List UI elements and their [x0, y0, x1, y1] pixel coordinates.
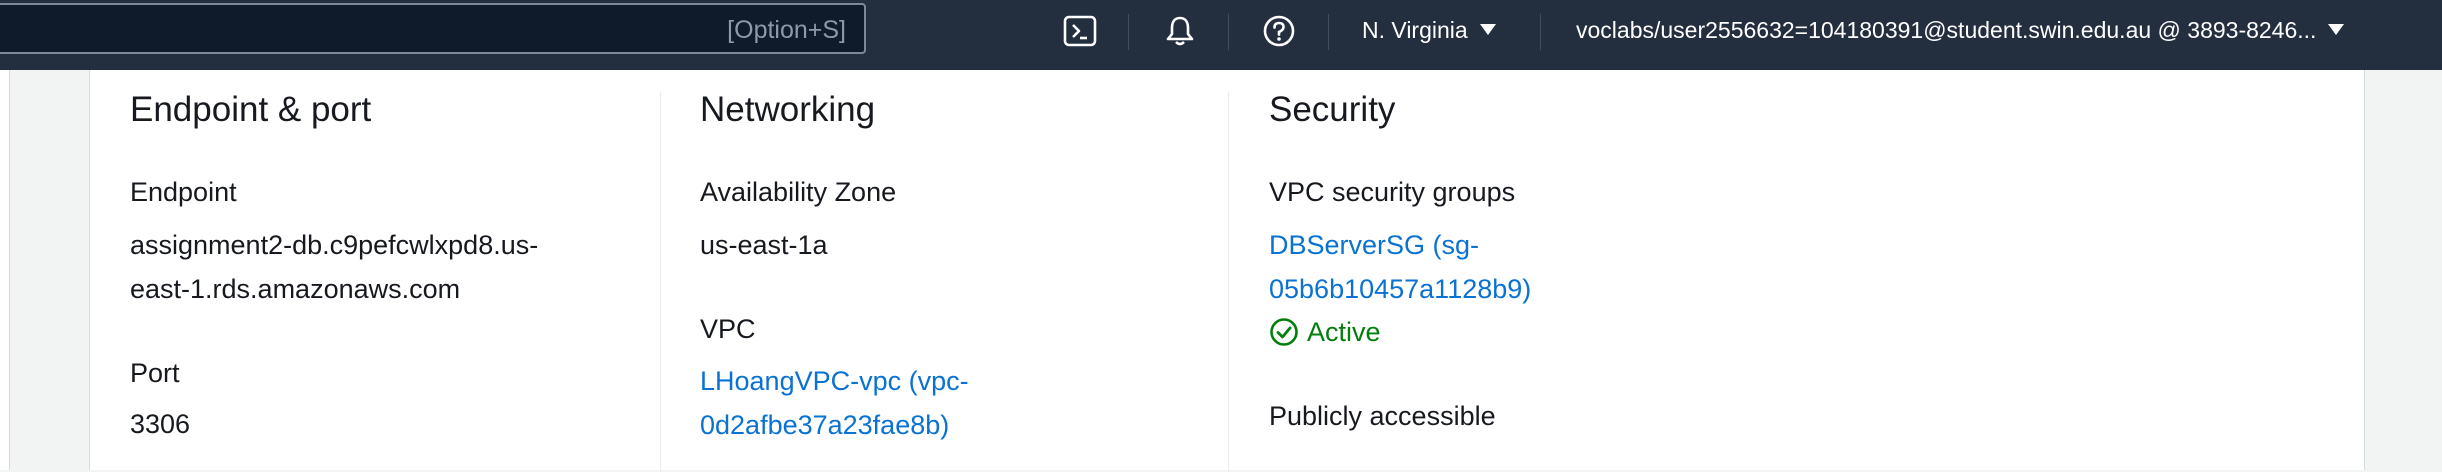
publicly-accessible-label: Publicly accessible — [1269, 401, 1496, 431]
cloudshell-icon[interactable] — [1063, 14, 1097, 48]
search-shortcut-hint: [Option+S] — [727, 16, 846, 44]
caret-down-icon — [2328, 24, 2345, 35]
notifications-bell-icon[interactable] — [1163, 14, 1197, 48]
region-label: N. Virginia — [1362, 17, 1468, 43]
caret-down-icon — [1479, 24, 1496, 35]
top-navigation-bar: [Option+S] N. Virginia voclabs/user25566… — [0, 0, 2442, 70]
account-label: voclabs/user2556632=104180391@student.sw… — [1576, 17, 2317, 43]
nav-separator — [1128, 14, 1129, 50]
vpc-link-line1[interactable]: LHoangVPC-vpc (vpc- — [700, 359, 969, 403]
endpoint-value-line1: assignment2-db.c9pefcwlxpd8.us- — [130, 230, 539, 260]
nav-separator — [1228, 14, 1229, 50]
region-selector[interactable]: N. Virginia — [1362, 15, 1496, 45]
security-group-link-line1[interactable]: DBServerSG (sg- — [1269, 223, 1479, 267]
check-circle-icon — [1270, 318, 1298, 346]
side-navigation-panel — [0, 70, 10, 470]
port-label: Port — [130, 358, 180, 388]
availability-zone-label: Availability Zone — [700, 177, 897, 207]
port-value: 3306 — [130, 409, 191, 439]
status-text: Active — [1307, 317, 1381, 347]
security-group-link-line2[interactable]: 05b6b10457a1128b9) — [1269, 267, 1531, 311]
section-title-networking: Networking — [700, 90, 876, 129]
vpc-label: VPC — [700, 314, 756, 344]
column-divider — [1228, 92, 1229, 472]
vpc-security-groups-label: VPC security groups — [1269, 177, 1516, 207]
section-title-security: Security — [1269, 90, 1396, 129]
help-icon[interactable] — [1262, 14, 1296, 48]
account-menu[interactable]: voclabs/user2556632=104180391@student.sw… — [1576, 15, 2345, 45]
availability-zone-value: us-east-1a — [700, 230, 828, 260]
column-divider — [660, 92, 661, 472]
nav-separator — [1328, 14, 1329, 50]
security-group-status: Active — [1269, 312, 1381, 352]
endpoint-value-line2: east-1.rds.amazonaws.com — [130, 274, 461, 304]
search-input[interactable]: [Option+S] — [0, 3, 866, 54]
section-title-endpoint-port: Endpoint & port — [130, 90, 372, 129]
vpc-link-line2[interactable]: 0d2afbe37a23fae8b) — [700, 403, 949, 447]
nav-separator — [1540, 14, 1541, 50]
endpoint-label: Endpoint — [130, 177, 237, 207]
